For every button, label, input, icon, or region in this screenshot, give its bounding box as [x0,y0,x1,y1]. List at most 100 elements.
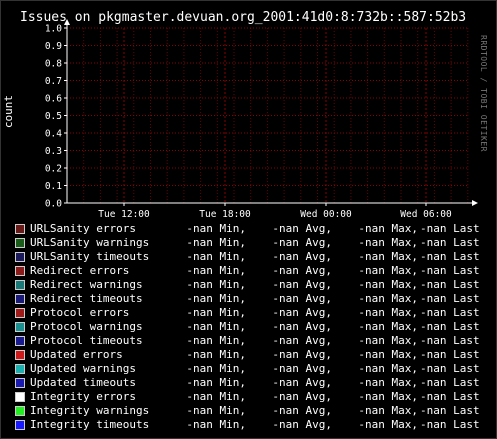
legend-last-value: -nan Last [420,348,480,361]
legend-row: Redirect timeouts -nan Min, -nan Avg, -nan … [0,292,497,306]
legend-avg-value: -nan Avg, [272,348,332,361]
y-tick-label: 0.1 [45,181,62,192]
plot-area: 0.0 0.1 0.2 0.3 0.4 0.5 0.6 0.7 0.8 0.9 1.0 Tue 12… [45,19,478,220]
legend-series-name: Integrity timeouts [30,418,150,431]
legend-row: Protocol warnings -nan Min, -nan Avg, -nan … [0,320,497,334]
legend-min-value: -nan Min, [186,236,246,249]
legend-last-value: -nan Last [420,250,480,263]
legend-row: Updated errors -nan Min, -nan Avg, -nan Max… [0,348,497,362]
legend-avg-value: -nan Avg, [272,250,332,263]
x-tick-label: Wed 06:00 [400,209,452,220]
legend-last-value: -nan Last [420,222,480,235]
legend-swatch [15,266,25,276]
legend-series-name: Integrity warnings [30,404,150,417]
legend-series-name: Updated timeouts [30,376,136,389]
legend-min-value: -nan Min, [186,348,246,361]
legend-swatch [15,322,25,332]
legend-min-value: -nan Min, [186,320,246,333]
legend-row: Protocol errors -nan Min, -nan Avg, -nan Ma… [0,306,497,320]
legend-max-value: -nan Max, [358,376,418,389]
legend-row: Protocol timeouts -nan Min, -nan Avg, -nan … [0,334,497,348]
legend-series-name: Redirect timeouts [30,292,143,305]
legend-last-value: -nan Last [420,418,480,431]
legend-avg-value: -nan Avg, [272,222,332,235]
legend-swatch [15,420,25,430]
legend-avg-value: -nan Avg, [272,376,332,389]
legend-max-value: -nan Max, [358,348,418,361]
legend-min-value: -nan Min, [186,362,246,375]
legend-min-value: -nan Min, [186,292,246,305]
legend-swatch [15,252,25,262]
y-tick-label: 0.4 [45,129,62,140]
legend-last-value: -nan Last [420,320,480,333]
legend-swatch [15,224,25,234]
legend-avg-value: -nan Avg, [272,362,332,375]
y-tick-labels: 0.0 0.1 0.2 0.3 0.4 0.5 0.6 0.7 0.8 0.9 1.0 [45,24,62,210]
x-axis-arrow [472,200,478,206]
y-tick-label: 0.6 [45,94,62,105]
legend-series-name: URLSanity timeouts [30,250,150,263]
legend-avg-value: -nan Avg, [272,404,332,417]
legend-swatch [15,378,25,388]
x-tick-label: Tue 12:00 [98,209,150,220]
legend-last-value: -nan Last [420,236,480,249]
legend-series-name: Redirect warnings [30,278,143,291]
x-tick-labels: Tue 12:00 Tue 18:00 Wed 00:00 Wed 06:00 [98,209,452,220]
legend-max-value: -nan Max, [358,334,418,347]
legend-last-value: -nan Last [420,292,480,305]
legend-row: URLSanity timeouts -nan Min, -nan Avg, -nan… [0,250,497,264]
legend-series-name: Protocol timeouts [30,334,143,347]
legend-last-value: -nan Last [420,278,480,291]
y-tick-label: 0.0 [45,199,62,210]
legend-min-value: -nan Min, [186,278,246,291]
legend-last-value: -nan Last [420,306,480,319]
legend-min-value: -nan Min, [186,376,246,389]
legend-avg-value: -nan Avg, [272,334,332,347]
legend-row: Integrity timeouts -nan Min, -nan Avg, -nan… [0,418,497,432]
legend-swatch [15,294,25,304]
legend-last-value: -nan Last [420,390,480,403]
legend-max-value: -nan Max, [358,278,418,291]
legend-max-value: -nan Max, [358,264,418,277]
y-tick-label: 0.2 [45,164,62,175]
y-tick-label: 0.8 [45,59,62,70]
legend-last-value: -nan Last [420,362,480,375]
legend-max-value: -nan Max, [358,236,418,249]
legend-avg-value: -nan Avg, [272,292,332,305]
grid-lines [67,27,469,203]
legend-series-name: Redirect errors [30,264,130,277]
y-tick-label: 1.0 [45,24,62,35]
legend-max-value: -nan Max, [358,222,418,235]
legend-max-value: -nan Max, [358,418,418,431]
legend-swatch [15,280,25,290]
legend-max-value: -nan Max, [358,320,418,333]
legend-min-value: -nan Min, [186,404,246,417]
axes [64,19,478,206]
legend-min-value: -nan Min, [186,390,246,403]
legend-avg-value: -nan Avg, [272,320,332,333]
legend-row: Redirect warnings -nan Min, -nan Avg, -nan … [0,278,497,292]
legend-swatch [15,308,25,318]
legend-max-value: -nan Max, [358,362,418,375]
legend-last-value: -nan Last [420,264,480,277]
legend-row: Redirect errors -nan Min, -nan Avg, -nan Ma… [0,264,497,278]
y-tick-label: 0.3 [45,146,62,157]
legend-swatch [15,336,25,346]
legend-avg-value: -nan Avg, [272,390,332,403]
legend-avg-value: -nan Avg, [272,306,332,319]
legend-max-value: -nan Max, [358,306,418,319]
legend-last-value: -nan Last [420,404,480,417]
y-axis-arrow [64,19,70,25]
x-tick-label: Wed 00:00 [300,209,352,220]
legend-swatch [15,350,25,360]
legend-max-value: -nan Max, [358,390,418,403]
legend-row: Integrity warnings -nan Min, -nan Avg, -nan… [0,404,497,418]
legend-avg-value: -nan Avg, [272,418,332,431]
legend-row: Integrity errors -nan Min, -nan Avg, -nan M… [0,390,497,404]
legend-last-value: -nan Last [420,376,480,389]
legend-series-name: URLSanity errors [30,222,136,235]
legend-series-name: Updated warnings [30,362,136,375]
legend-swatch [15,238,25,248]
legend-avg-value: -nan Avg, [272,278,332,291]
legend-row: Updated warnings -nan Min, -nan Avg, -nan M… [0,362,497,376]
